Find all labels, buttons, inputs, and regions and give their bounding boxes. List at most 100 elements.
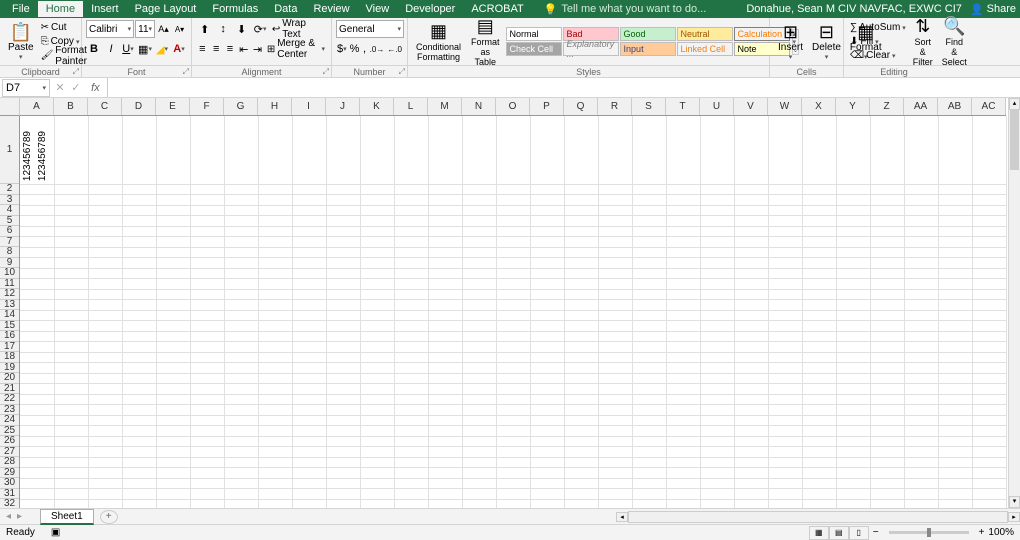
cell-U10[interactable] — [700, 268, 734, 279]
cell-H22[interactable] — [258, 394, 292, 405]
cell-E5[interactable] — [156, 216, 190, 227]
cell-C7[interactable] — [88, 237, 122, 248]
cell-S1[interactable] — [632, 116, 666, 184]
cell-L25[interactable] — [394, 426, 428, 437]
cell-C24[interactable] — [88, 415, 122, 426]
cell-V7[interactable] — [734, 237, 768, 248]
cell-O23[interactable] — [496, 405, 530, 416]
cell-AB4[interactable] — [938, 205, 972, 216]
cell-G17[interactable] — [224, 342, 258, 353]
cell-D13[interactable] — [122, 300, 156, 311]
cell-AB25[interactable] — [938, 426, 972, 437]
cell-Z28[interactable] — [870, 457, 904, 468]
cell-A1[interactable]: 123456789123456789 — [20, 116, 54, 184]
cell-AB27[interactable] — [938, 447, 972, 458]
cell-Q9[interactable] — [564, 258, 598, 269]
cell-J22[interactable] — [326, 394, 360, 405]
cell-O25[interactable] — [496, 426, 530, 437]
cell-H24[interactable] — [258, 415, 292, 426]
cell-Q28[interactable] — [564, 457, 598, 468]
cell-I25[interactable] — [292, 426, 326, 437]
cell-W16[interactable] — [768, 331, 802, 342]
cell-A23[interactable] — [20, 405, 54, 416]
cell-L24[interactable] — [394, 415, 428, 426]
cell-L29[interactable] — [394, 468, 428, 479]
cell-B2[interactable] — [54, 184, 88, 195]
cell-D25[interactable] — [122, 426, 156, 437]
style-explanatory[interactable]: Explanatory ... — [563, 42, 619, 56]
cell-A18[interactable] — [20, 352, 54, 363]
cell-B18[interactable] — [54, 352, 88, 363]
cell-B26[interactable] — [54, 436, 88, 447]
cell-O30[interactable] — [496, 478, 530, 489]
cell-O20[interactable] — [496, 373, 530, 384]
cell-X26[interactable] — [802, 436, 836, 447]
cell-AC25[interactable] — [972, 426, 1006, 437]
cell-Y21[interactable] — [836, 384, 870, 395]
cell-I16[interactable] — [292, 331, 326, 342]
cell-T19[interactable] — [666, 363, 700, 374]
cell-I22[interactable] — [292, 394, 326, 405]
cell-X24[interactable] — [802, 415, 836, 426]
cell-AB23[interactable] — [938, 405, 972, 416]
cell-V20[interactable] — [734, 373, 768, 384]
column-header-AB[interactable]: AB — [938, 98, 972, 115]
cell-H14[interactable] — [258, 310, 292, 321]
cell-N27[interactable] — [462, 447, 496, 458]
cell-A16[interactable] — [20, 331, 54, 342]
comma-button[interactable]: , — [361, 40, 367, 58]
cell-X4[interactable] — [802, 205, 836, 216]
cell-G1[interactable] — [224, 116, 258, 184]
cell-G22[interactable] — [224, 394, 258, 405]
cell-AC20[interactable] — [972, 373, 1006, 384]
cell-M18[interactable] — [428, 352, 462, 363]
cell-P28[interactable] — [530, 457, 564, 468]
tell-me[interactable]: 💡 Tell me what you want to do... — [544, 3, 707, 16]
cell-I7[interactable] — [292, 237, 326, 248]
cell-F9[interactable] — [190, 258, 224, 269]
cell-Z21[interactable] — [870, 384, 904, 395]
cell-D11[interactable] — [122, 279, 156, 290]
cell-H31[interactable] — [258, 489, 292, 500]
cell-AA32[interactable] — [904, 499, 938, 508]
cell-G19[interactable] — [224, 363, 258, 374]
cell-J13[interactable] — [326, 300, 360, 311]
column-header-W[interactable]: W — [768, 98, 802, 115]
cell-Q7[interactable] — [564, 237, 598, 248]
cell-G28[interactable] — [224, 457, 258, 468]
cell-K18[interactable] — [360, 352, 394, 363]
cell-T23[interactable] — [666, 405, 700, 416]
cell-G13[interactable] — [224, 300, 258, 311]
cell-R7[interactable] — [598, 237, 632, 248]
cell-Q6[interactable] — [564, 226, 598, 237]
cell-P15[interactable] — [530, 321, 564, 332]
cell-V4[interactable] — [734, 205, 768, 216]
cell-T10[interactable] — [666, 268, 700, 279]
cell-T15[interactable] — [666, 321, 700, 332]
cell-B12[interactable] — [54, 289, 88, 300]
cell-E32[interactable] — [156, 499, 190, 508]
cell-H10[interactable] — [258, 268, 292, 279]
cell-I6[interactable] — [292, 226, 326, 237]
cell-A21[interactable] — [20, 384, 54, 395]
cell-AA27[interactable] — [904, 447, 938, 458]
cell-AA21[interactable] — [904, 384, 938, 395]
cell-H6[interactable] — [258, 226, 292, 237]
cell-S2[interactable] — [632, 184, 666, 195]
enter-formula-button[interactable]: ✓ — [71, 81, 80, 94]
cell-M10[interactable] — [428, 268, 462, 279]
cell-R2[interactable] — [598, 184, 632, 195]
cell-N21[interactable] — [462, 384, 496, 395]
cell-Z1[interactable] — [870, 116, 904, 184]
cell-V24[interactable] — [734, 415, 768, 426]
cell-O6[interactable] — [496, 226, 530, 237]
cell-Y14[interactable] — [836, 310, 870, 321]
cell-G12[interactable] — [224, 289, 258, 300]
cell-AC27[interactable] — [972, 447, 1006, 458]
cell-D31[interactable] — [122, 489, 156, 500]
cell-X30[interactable] — [802, 478, 836, 489]
cell-I13[interactable] — [292, 300, 326, 311]
cell-AC5[interactable] — [972, 216, 1006, 227]
cell-D23[interactable] — [122, 405, 156, 416]
cell-T22[interactable] — [666, 394, 700, 405]
